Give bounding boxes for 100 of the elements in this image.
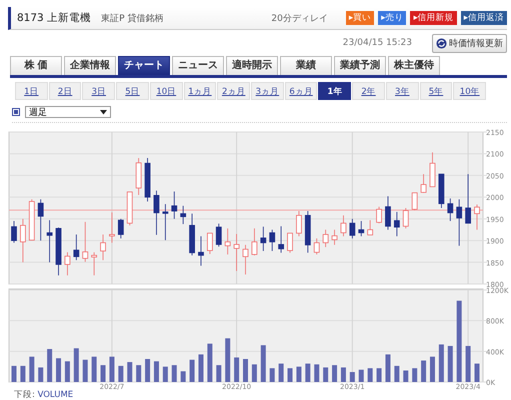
- candlestick: [154, 190, 160, 236]
- refresh-button[interactable]: 時価情報更新: [432, 34, 507, 52]
- candlestick: [180, 205, 186, 224]
- volume-bar: [154, 361, 159, 382]
- period-tab[interactable]: 1日: [15, 82, 48, 100]
- period-tab[interactable]: 2年: [352, 82, 385, 100]
- candlestick: [447, 198, 454, 222]
- candlestick: [144, 158, 150, 202]
- candlestick: [358, 220, 364, 237]
- candlestick: [376, 206, 382, 224]
- period-tab[interactable]: 2日: [48, 82, 82, 100]
- candlestick: [367, 220, 374, 236]
- candlestick: [287, 232, 293, 254]
- nav-tab[interactable]: 株 価: [10, 56, 62, 75]
- candlestick: [82, 222, 88, 262]
- period-tab[interactable]: 6ヵ月: [284, 82, 318, 100]
- volume-bar: [323, 367, 328, 382]
- volume-bar: [252, 364, 257, 382]
- volume-bar: [243, 359, 248, 382]
- period-tab[interactable]: 1ヵ月: [184, 82, 216, 100]
- period-tab[interactable]: 10日: [150, 82, 183, 100]
- lower-chart-caption: 下段: VOLUME: [14, 390, 74, 400]
- volume-bar: [47, 349, 52, 382]
- nav-tab[interactable]: チャート: [118, 56, 170, 75]
- volume-bar: [394, 366, 400, 382]
- candlestick: [456, 198, 462, 246]
- period-tab[interactable]: 2ヵ月: [217, 82, 250, 100]
- volume-bar: [12, 366, 16, 382]
- volume-bar: [234, 357, 240, 382]
- candlestick: [304, 210, 311, 254]
- nav-tab[interactable]: 業績: [280, 56, 332, 75]
- volume-bar: [385, 354, 390, 382]
- period-tab[interactable]: 5日: [116, 82, 149, 100]
- candlestick: [118, 218, 124, 239]
- volume-bar: [127, 362, 132, 382]
- volume-bar: [430, 356, 435, 382]
- interval-select[interactable]: 週足: [25, 106, 111, 118]
- period-tab[interactable]: 3年: [386, 82, 419, 100]
- volume-bar: [56, 358, 62, 382]
- nav-tab[interactable]: 企業情報: [64, 56, 116, 75]
- volume-bar: [118, 366, 124, 382]
- candlestick: [340, 214, 346, 237]
- candlestick: [20, 218, 26, 263]
- candlestick: [109, 212, 115, 244]
- candlestick: [11, 220, 17, 244]
- trade-button[interactable]: ▸信用返済: [460, 11, 507, 25]
- trade-button[interactable]: ▸売り: [378, 11, 406, 25]
- volume-bar: [109, 356, 114, 382]
- candlestick: [322, 229, 329, 248]
- volume-bar: [403, 370, 408, 382]
- volume-bar: [376, 368, 382, 382]
- candlestick: [269, 229, 276, 252]
- candlestick: [100, 234, 106, 261]
- candlestick: [64, 252, 70, 276]
- volume-bar: [100, 365, 106, 382]
- period-tab[interactable]: 1年: [318, 82, 352, 100]
- period-tab[interactable]: 10年: [453, 82, 486, 100]
- nav-tab[interactable]: 株主優待: [388, 56, 440, 75]
- candlestick: [314, 238, 320, 255]
- volume-bar: [296, 366, 302, 382]
- trade-button[interactable]: ▸信用新規: [410, 11, 457, 25]
- volume-bar: [64, 361, 70, 382]
- volume-bar: [216, 365, 222, 382]
- volume-bar: [350, 372, 355, 382]
- timestamp: 23/04/15 15:23: [342, 38, 412, 48]
- candlestick: [430, 152, 436, 188]
- candlestick: [216, 223, 222, 248]
- volume-bar: [332, 365, 338, 382]
- volume-bar: [145, 359, 150, 382]
- nav-tab[interactable]: 業績予測: [334, 56, 386, 75]
- candlestick: [420, 174, 426, 194]
- volume-bar: [260, 345, 266, 382]
- volume-bar: [82, 360, 88, 382]
- candlestick: [332, 229, 338, 246]
- volume-bar: [358, 370, 364, 382]
- candlestick: [234, 234, 240, 272]
- candlestick: [162, 204, 168, 241]
- candlestick: [73, 234, 80, 261]
- candlestick: [46, 220, 53, 263]
- volume-bar: [448, 346, 453, 382]
- volume-bar: [340, 367, 346, 382]
- candlestick: [28, 198, 35, 241]
- candlestick: [474, 204, 480, 230]
- nav-tab[interactable]: 適時開示: [226, 56, 278, 75]
- volume-bar: [368, 368, 373, 382]
- nav-tab[interactable]: ニュース: [172, 56, 224, 75]
- period-tab[interactable]: 5年: [420, 82, 452, 100]
- dropdown-caret-icon: [100, 110, 107, 114]
- period-tab[interactable]: 3ヵ月: [251, 82, 284, 100]
- candlestick: [242, 244, 248, 275]
- volume-bar: [74, 348, 79, 382]
- volume-bar: [92, 356, 97, 382]
- candlestick: [438, 174, 444, 208]
- volume-bar: [20, 366, 26, 382]
- candlestick: [260, 226, 266, 252]
- candlestick: [206, 232, 213, 254]
- period-tab[interactable]: 3日: [82, 82, 116, 100]
- volume-bar: [474, 364, 480, 382]
- candlestick: [91, 252, 98, 276]
- volume-bar: [288, 368, 293, 382]
